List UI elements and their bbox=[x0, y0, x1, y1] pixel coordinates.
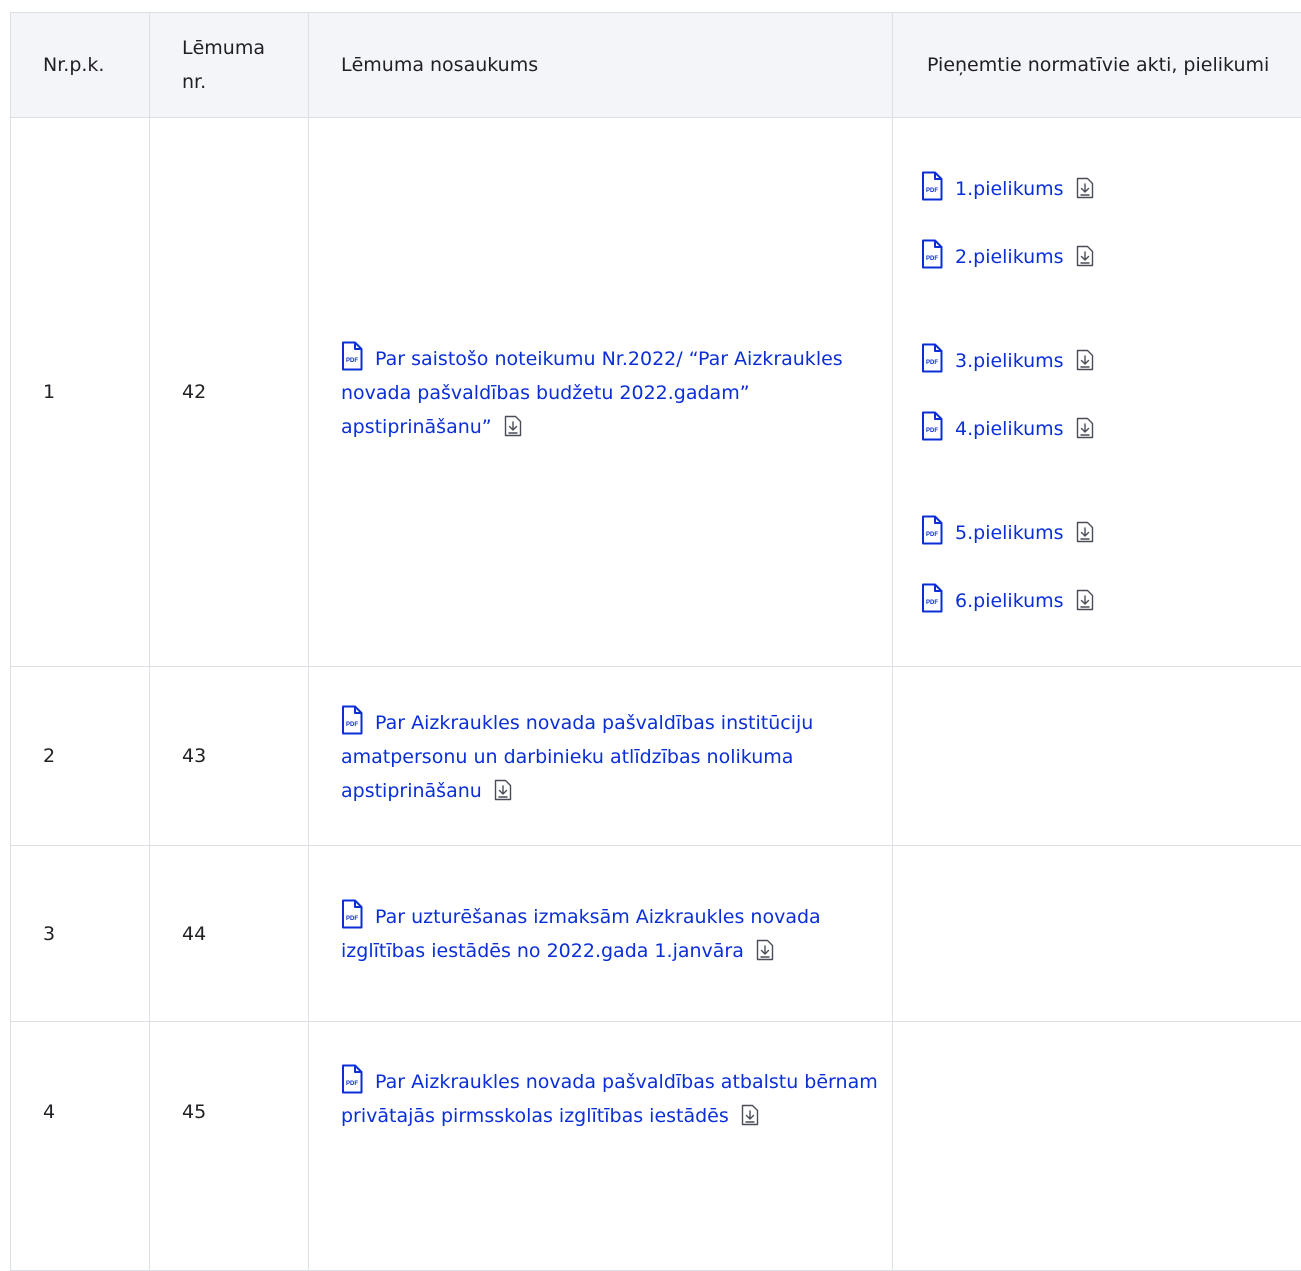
attachments-cell bbox=[893, 1022, 1301, 1271]
decision-title: Par Aizkraukles novada pašvaldības atbal… bbox=[341, 1071, 878, 1127]
row-decision-no: 43 bbox=[150, 667, 309, 846]
table-row: 2 43 PDFPar Aizkraukles novada pašvaldīb… bbox=[11, 667, 1301, 846]
attachments-cell bbox=[893, 846, 1301, 1022]
attachment-label: 3.pielikums bbox=[955, 350, 1064, 372]
row-title-cell: PDFPar Aizkraukles novada pašvaldības at… bbox=[309, 1022, 893, 1271]
table-row: 3 44 PDFPar uzturēšanas izmaksām Aizkrau… bbox=[11, 846, 1301, 1022]
attachments-cell bbox=[893, 667, 1301, 846]
attachment-label: 5.pielikums bbox=[955, 522, 1064, 544]
decision-title: Par Aizkraukles novada pašvaldības insti… bbox=[341, 712, 813, 802]
pdf-file-icon: PDF bbox=[341, 341, 363, 371]
svg-text:PDF: PDF bbox=[346, 1081, 358, 1087]
header-decision-no: Lēmuma nr. bbox=[150, 13, 309, 118]
decision-title: Par uzturēšanas izmaksām Aizkraukles nov… bbox=[341, 906, 821, 962]
pdf-file-icon: PDF bbox=[921, 171, 943, 201]
row-nr: 4 bbox=[11, 1022, 150, 1271]
row-title-cell: PDFPar uzturēšanas izmaksām Aizkraukles … bbox=[309, 846, 893, 1022]
table-row: 1 42 PDFPar saistošo noteikumu Nr.2022/ … bbox=[11, 118, 1301, 667]
attachment-link[interactable]: PDF 4.pielikums bbox=[921, 411, 1300, 445]
download-icon[interactable] bbox=[756, 938, 774, 960]
svg-text:PDF: PDF bbox=[346, 722, 358, 728]
row-decision-no: 42 bbox=[150, 118, 309, 667]
row-nr: 3 bbox=[11, 846, 150, 1022]
attachment-label: 1.pielikums bbox=[955, 178, 1064, 200]
attachment-link[interactable]: PDF 5.pielikums bbox=[921, 515, 1300, 549]
table-header-row: Nr.p.k. Lēmuma nr. Lēmuma nosaukums Pieņ… bbox=[11, 13, 1301, 118]
attachment-link[interactable]: PDF 3.pielikums bbox=[921, 343, 1300, 377]
attachment-list: PDF 1.pielikums PDF 2.pielikums PDF 3.pieli… bbox=[921, 167, 1300, 617]
attachment-label: 2.pielikums bbox=[955, 246, 1064, 268]
pdf-file-icon: PDF bbox=[341, 899, 363, 929]
decision-document-link[interactable]: PDFPar Aizkraukles novada pašvaldības in… bbox=[341, 712, 813, 802]
row-decision-no: 45 bbox=[150, 1022, 309, 1271]
pdf-file-icon: PDF bbox=[341, 705, 363, 735]
svg-text:PDF: PDF bbox=[346, 358, 358, 364]
download-icon[interactable] bbox=[1076, 588, 1094, 610]
table-row: 4 45 PDFPar Aizkraukles novada pašvaldīb… bbox=[11, 1022, 1301, 1271]
download-icon[interactable] bbox=[741, 1103, 759, 1125]
download-icon[interactable] bbox=[1076, 348, 1094, 370]
pdf-file-icon: PDF bbox=[921, 583, 943, 613]
pdf-file-icon: PDF bbox=[921, 239, 943, 269]
pdf-file-icon: PDF bbox=[341, 1064, 363, 1094]
download-icon[interactable] bbox=[1076, 176, 1094, 198]
svg-text:PDF: PDF bbox=[926, 600, 938, 606]
attachment-label: 6.pielikums bbox=[955, 590, 1064, 612]
svg-text:PDF: PDF bbox=[346, 916, 358, 922]
download-icon[interactable] bbox=[1076, 244, 1094, 266]
row-nr: 1 bbox=[11, 118, 150, 667]
svg-text:PDF: PDF bbox=[926, 428, 938, 434]
row-title-cell: PDFPar Aizkraukles novada pašvaldības in… bbox=[309, 667, 893, 846]
decisions-table: Nr.p.k. Lēmuma nr. Lēmuma nosaukums Pieņ… bbox=[10, 12, 1301, 1271]
svg-text:PDF: PDF bbox=[926, 188, 938, 194]
pdf-file-icon: PDF bbox=[921, 343, 943, 373]
download-icon[interactable] bbox=[494, 778, 512, 800]
attachment-link[interactable]: PDF 6.pielikums bbox=[921, 583, 1300, 617]
attachment-label: 4.pielikums bbox=[955, 418, 1064, 440]
row-nr: 2 bbox=[11, 667, 150, 846]
download-icon[interactable] bbox=[504, 414, 522, 436]
svg-text:PDF: PDF bbox=[926, 532, 938, 538]
download-icon[interactable] bbox=[1076, 520, 1094, 542]
svg-text:PDF: PDF bbox=[926, 360, 938, 366]
pdf-file-icon: PDF bbox=[921, 411, 943, 441]
svg-text:PDF: PDF bbox=[926, 256, 938, 262]
attachment-link[interactable]: PDF 2.pielikums bbox=[921, 239, 1300, 273]
header-nr: Nr.p.k. bbox=[11, 13, 150, 118]
decision-document-link[interactable]: PDFPar Aizkraukles novada pašvaldības at… bbox=[341, 1071, 878, 1127]
decision-document-link[interactable]: PDFPar saistošo noteikumu Nr.2022/ “Par … bbox=[341, 348, 843, 438]
header-decision-title: Lēmuma nosaukums bbox=[309, 13, 893, 118]
decision-document-link[interactable]: PDFPar uzturēšanas izmaksām Aizkraukles … bbox=[341, 906, 821, 962]
row-decision-no: 44 bbox=[150, 846, 309, 1022]
pdf-file-icon: PDF bbox=[921, 515, 943, 545]
row-title-cell: PDFPar saistošo noteikumu Nr.2022/ “Par … bbox=[309, 118, 893, 667]
download-icon[interactable] bbox=[1076, 416, 1094, 438]
attachment-link[interactable]: PDF 1.pielikums bbox=[921, 171, 1300, 205]
header-attachments: Pieņemtie normatīvie akti, pielikumi bbox=[893, 13, 1301, 118]
decision-title: Par saistošo noteikumu Nr.2022/ “Par Aiz… bbox=[341, 348, 843, 438]
attachments-cell: PDF 1.pielikums PDF 2.pielikums PDF 3.pieli… bbox=[893, 118, 1301, 667]
